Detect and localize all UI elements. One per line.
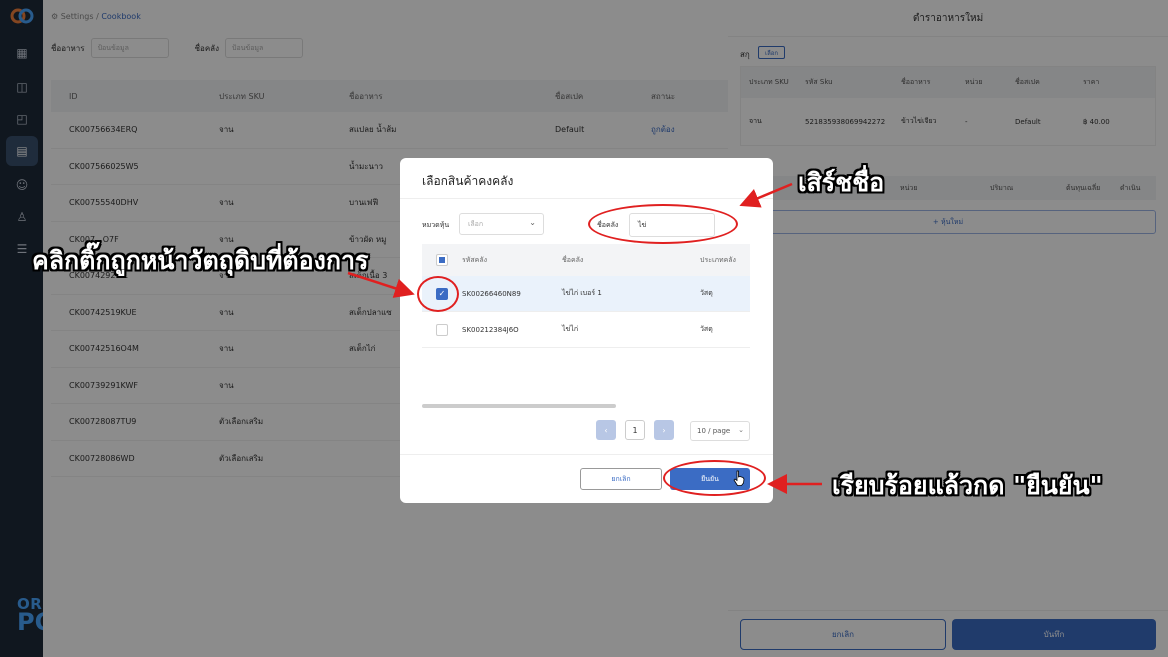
- category-select[interactable]: เลือก ⌄: [459, 213, 544, 235]
- category-label: หมวดหุ้น: [422, 221, 450, 229]
- chevron-down-icon: ⌄: [529, 218, 536, 227]
- modal-cancel-button[interactable]: ยกเลิก: [580, 468, 662, 490]
- prev-page-button[interactable]: ‹: [596, 420, 616, 440]
- annotation-tick-item: คลิกติ๊กถูกหน้าวัตถุดิบที่ต้องการ: [32, 246, 369, 275]
- page-number[interactable]: 1: [625, 420, 645, 440]
- row-checkbox[interactable]: [436, 323, 448, 336]
- horizontal-scrollbar[interactable]: [422, 404, 616, 408]
- pagination: ‹ 1 ›: [596, 420, 674, 440]
- annotation-search-name: เสิร์ชชื่อ: [798, 168, 885, 197]
- inventory-table: รหัสคลัง ชื่อคลัง ประเภทคลัง ✓ SK0026646…: [422, 244, 750, 408]
- select-all-checkbox[interactable]: [436, 254, 448, 266]
- highlight-checkbox-ring: [417, 276, 459, 312]
- annotation-confirm-hint: เรียบร้อยแล้วกด "ยืนยัน": [832, 471, 1103, 500]
- highlight-confirm-ring: [663, 460, 766, 496]
- table-row[interactable]: ✓ SK00266460N89 ไข่ไก่ เบอร์ 1 วัสดุ: [422, 276, 750, 312]
- chevron-down-icon: ⌄: [738, 426, 744, 434]
- next-page-button[interactable]: ›: [654, 420, 674, 440]
- modal-title: เลือกสินค้าคงคลัง: [422, 174, 514, 188]
- highlight-search-ring: [588, 204, 738, 244]
- table-header: รหัสคลัง ชื่อคลัง ประเภทคลัง: [422, 244, 750, 276]
- page-size-select[interactable]: 10 / page ⌄: [690, 421, 750, 441]
- table-row[interactable]: SK00212384J6O ไข่ไก่ วัสดุ: [422, 312, 750, 348]
